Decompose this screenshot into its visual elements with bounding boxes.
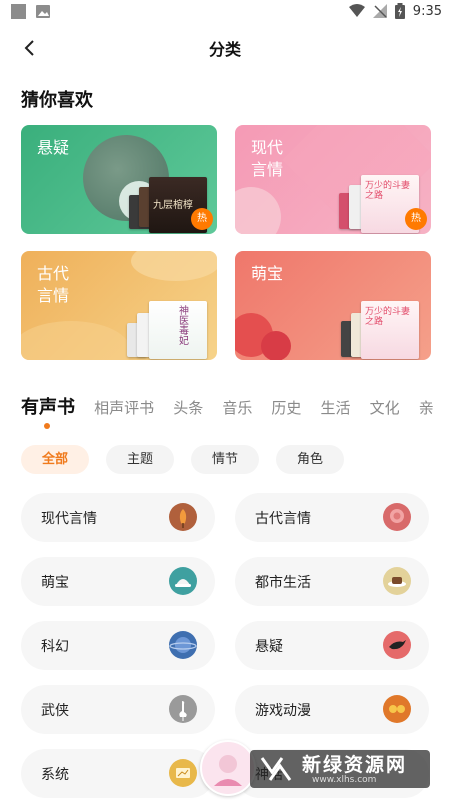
status-time: 9:35 [412, 3, 442, 19]
category-tabs: 有声书 相声评书 头条 音乐 历史 生活 文化 亲 [21, 393, 450, 433]
rec-card-modern-romance[interactable]: 万少的斗妻之路 现代 言情 热 [235, 125, 431, 234]
category-martial-arts[interactable]: 武侠 [21, 685, 215, 734]
watermark-logo-icon [260, 757, 292, 781]
book-title: 万少的斗妻之路 [365, 307, 411, 327]
tab-crosstalk[interactable]: 相声评书 [94, 397, 154, 418]
planet-icon [169, 631, 197, 659]
category-suspense[interactable]: 悬疑 [235, 621, 429, 670]
rec-card-ancient-romance[interactable]: 神医毒妃 古代 言情 [21, 251, 217, 360]
watermark-avatar [200, 740, 256, 796]
category-urban-life[interactable]: 都市生活 [235, 557, 429, 606]
category-sci-fi[interactable]: 科幻 [21, 621, 215, 670]
category-label: 游戏动漫 [255, 703, 311, 719]
tab-history[interactable]: 历史 [271, 397, 301, 418]
page-title: 分类 [208, 40, 241, 59]
chip-character[interactable]: 角色 [276, 445, 344, 474]
book-cover-main: 万少的斗妻之路 [361, 301, 419, 359]
watermark-url: www.xlhs.com [312, 775, 377, 785]
category-label: 悬疑 [255, 639, 283, 655]
rec-card-cute-baby[interactable]: 万少的斗妻之路 萌宝 [235, 251, 431, 360]
rec-card-label: 现代 言情 [251, 138, 284, 179]
category-label: 系统 [41, 767, 69, 783]
baby-hat-icon [169, 567, 197, 595]
filter-chips: 全部 主题 情节 角色 [21, 445, 344, 474]
chip-all[interactable]: 全部 [21, 445, 89, 474]
rec-card-label: 古代 言情 [37, 264, 70, 305]
category-label: 现代言情 [41, 511, 97, 527]
rose-icon [169, 503, 197, 531]
watermark-text: 新绿资源网 [302, 754, 408, 776]
tab-parenting[interactable]: 亲 [419, 397, 434, 418]
heart-decoration [235, 187, 281, 234]
category-label: 科幻 [41, 639, 69, 655]
category-label: 萌宝 [41, 575, 69, 591]
battery-icon [394, 3, 405, 19]
watermark: 新绿资源网 www.xlhs.com [200, 738, 432, 798]
recommend-section-title: 猜你喜欢 [21, 90, 93, 111]
rec-card-label: 萌宝 [251, 264, 284, 283]
book-title: 万少的斗妻之路 [365, 181, 411, 201]
status-bar: 9:35 [0, 0, 450, 26]
book-cover-main: 神医毒妃 [149, 301, 207, 359]
mountain-decoration [21, 321, 131, 360]
tab-audiobook[interactable]: 有声书 [21, 393, 75, 419]
app-header: 分类 [0, 26, 450, 70]
book-title: 九层棺椁 [153, 200, 193, 211]
crow-icon [383, 631, 411, 659]
category-system[interactable]: 系统 [21, 749, 215, 798]
tab-headlines[interactable]: 头条 [173, 397, 203, 418]
category-label: 武侠 [41, 703, 69, 719]
hot-badge: 热 [191, 208, 213, 230]
category-cute-baby[interactable]: 萌宝 [21, 557, 215, 606]
active-tab-indicator [44, 423, 50, 429]
tab-music[interactable]: 音乐 [222, 397, 252, 418]
category-modern-romance[interactable]: 现代言情 [21, 493, 215, 542]
peony-icon [383, 503, 411, 531]
category-games-anime[interactable]: 游戏动漫 [235, 685, 429, 734]
screen-icon [169, 759, 197, 787]
image-notification-icon [36, 5, 50, 18]
rec-card-label: 悬疑 [37, 138, 70, 157]
watermark-box: 新绿资源网 www.xlhs.com [250, 750, 430, 788]
coffee-icon [383, 567, 411, 595]
game-icon [383, 695, 411, 723]
cloud-decoration [131, 251, 217, 281]
chip-plot[interactable]: 情节 [191, 445, 259, 474]
chip-theme[interactable]: 主题 [106, 445, 174, 474]
no-signal-icon [372, 4, 387, 18]
rec-card-suspense[interactable]: 九层棺椁 悬疑 热 [21, 125, 217, 234]
crane-icon [169, 695, 197, 723]
tab-life[interactable]: 生活 [321, 397, 351, 418]
category-ancient-romance[interactable]: 古代言情 [235, 493, 429, 542]
hot-badge: 热 [405, 208, 427, 230]
wifi-icon [348, 4, 365, 17]
category-label: 都市生活 [255, 575, 311, 591]
flower-decoration [261, 331, 291, 360]
book-title: 神医毒妃 [179, 306, 189, 347]
notification-square-icon [11, 4, 26, 19]
category-label: 古代言情 [255, 511, 311, 527]
tab-culture[interactable]: 文化 [370, 397, 400, 418]
